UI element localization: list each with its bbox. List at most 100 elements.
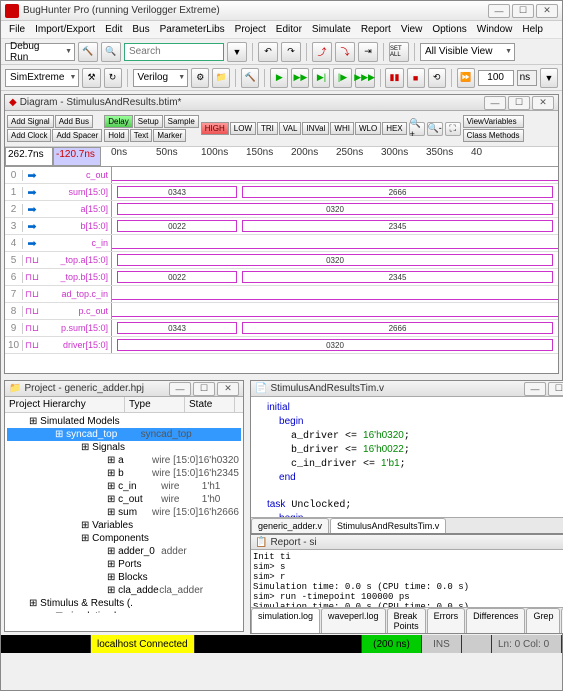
build-icon[interactable]: 🔨: [78, 42, 98, 62]
maximize-button[interactable]: ☐: [512, 4, 534, 18]
marker-button[interactable]: Marker: [153, 129, 186, 142]
waveform-row[interactable]: 3➡b[15:0]00222345: [5, 218, 558, 235]
goto-end-icon[interactable]: ⇥: [358, 42, 378, 62]
waveform-row[interactable]: 10⊓⊔driver[15:0]0320: [5, 337, 558, 354]
report-tab-waveperl[interactable]: waveperl.log: [321, 608, 386, 633]
tree-item[interactable]: ⊞ bwire [15:0]16'h2345: [7, 467, 241, 480]
tool-icon-2[interactable]: ↷: [281, 42, 301, 62]
add-bus-button[interactable]: Add Bus: [55, 115, 93, 128]
tree-item[interactable]: ⊞ c_outwire1'h0: [7, 493, 241, 506]
project-tree[interactable]: ⊞ Simulated Models⊞ syncad_topsyncad_top…: [5, 413, 243, 613]
radix-whi-button[interactable]: WHI: [330, 122, 354, 135]
project-close-button[interactable]: ✕: [217, 382, 239, 396]
zoom-out-icon[interactable]: 🔍-: [427, 122, 443, 136]
minimize-button[interactable]: —: [488, 4, 510, 18]
menu-options[interactable]: Options: [428, 22, 470, 37]
col-hierarchy[interactable]: Project Hierarchy: [5, 397, 125, 412]
project-max-button[interactable]: ☐: [193, 382, 215, 396]
timeline-ruler[interactable]: 262.7ns -120.7ns 0ns 50ns 100ns 150ns 20…: [5, 147, 558, 167]
diagram-max-button[interactable]: ☐: [508, 96, 530, 110]
setup-button[interactable]: Setup: [134, 115, 163, 128]
tree-item[interactable]: ⊞ simulation.log: [7, 610, 241, 613]
tree-item[interactable]: ⊞ Simulated Models: [7, 415, 241, 428]
add-signal-button[interactable]: Add Signal: [7, 115, 54, 128]
refresh-icon[interactable]: ↻: [104, 68, 122, 88]
time-unit-dropdown[interactable]: ns: [517, 70, 537, 86]
simulator-dropdown[interactable]: SimExtreme: [5, 69, 79, 87]
radix-hex-button[interactable]: HEX: [382, 122, 406, 135]
col-state[interactable]: State: [185, 397, 235, 412]
step-icon[interactable]: ▶▶: [291, 68, 309, 88]
radix-low-button[interactable]: LOW: [230, 122, 256, 135]
build-play-icon[interactable]: 🔨: [241, 68, 259, 88]
close-button[interactable]: ✕: [536, 4, 558, 18]
hold-button[interactable]: Hold: [104, 129, 128, 142]
tree-item[interactable]: ⊞ Stimulus & Results (...: [7, 597, 241, 610]
report-tab-differences[interactable]: Differences: [466, 608, 525, 633]
zoom-in-icon[interactable]: 🔍+: [409, 122, 425, 136]
tree-item[interactable]: ⊞ Components: [7, 532, 241, 545]
radix-inval-button[interactable]: INVal: [302, 122, 329, 135]
menu-window[interactable]: Window: [473, 22, 517, 37]
delay-button[interactable]: Delay: [104, 115, 132, 128]
menu-view[interactable]: View: [397, 22, 427, 37]
radix-tri-button[interactable]: TRI: [257, 122, 278, 135]
class-methods-button[interactable]: Class Methods: [463, 129, 524, 142]
tree-item[interactable]: ⊞ c_inwire1'h1: [7, 480, 241, 493]
time-dropdown-icon[interactable]: ▼: [540, 68, 558, 88]
editor-max-button[interactable]: ☐: [548, 382, 563, 396]
stop-icon[interactable]: ■: [407, 68, 425, 88]
config-icon[interactable]: ⚒: [82, 68, 100, 88]
diagram-close-button[interactable]: ✕: [532, 96, 554, 110]
code-editor[interactable]: initial begin a_driver <= 16'h0320; b_dr…: [251, 397, 563, 517]
time-value-input[interactable]: 100: [478, 70, 514, 86]
step-into-icon[interactable]: ▶|: [312, 68, 330, 88]
restart-icon[interactable]: ⟲: [428, 68, 446, 88]
search-input[interactable]: [124, 43, 224, 61]
menu-file[interactable]: File: [5, 22, 29, 37]
project-min-button[interactable]: —: [169, 382, 191, 396]
tool-icon-1[interactable]: ↶: [258, 42, 278, 62]
radix-high-button[interactable]: HIGH: [201, 122, 229, 135]
view-variables-button[interactable]: ViewVariables: [463, 115, 524, 128]
tree-item[interactable]: ⊞ Variables: [7, 519, 241, 532]
visible-view-dropdown[interactable]: All Visible View: [420, 43, 515, 61]
sample-button[interactable]: Sample: [164, 115, 199, 128]
report-tab-breakpoints[interactable]: Break Points: [387, 608, 426, 633]
language-dropdown[interactable]: Verilog: [133, 69, 189, 87]
add-clock-button[interactable]: Add Clock: [7, 129, 51, 142]
waveform-row[interactable]: 4➡c_in: [5, 235, 558, 252]
waveform-row[interactable]: 6⊓⊔_top.b[15:0]00222345: [5, 269, 558, 286]
radix-val-button[interactable]: VAL: [279, 122, 302, 135]
waveform-row[interactable]: 7⊓⊔ad_top.c_in: [5, 286, 558, 303]
report-output[interactable]: Init ti sim> s sim> r Simulation time: 0…: [251, 550, 563, 607]
radix-wlo-button[interactable]: WLO: [355, 122, 381, 135]
waveform-row[interactable]: 1➡sum[15:0]03432666: [5, 184, 558, 201]
tree-item[interactable]: ⊞ Blocks: [7, 571, 241, 584]
report-tab-grep[interactable]: Grep: [526, 608, 560, 633]
menu-parameterlibs[interactable]: ParameterLibs: [156, 22, 229, 37]
report-tab-errors[interactable]: Errors: [427, 608, 466, 633]
pause-icon[interactable]: ▮▮: [385, 68, 403, 88]
editor-tab-generic[interactable]: generic_adder.v: [251, 518, 329, 533]
signal-up-icon[interactable]: ⤴: [312, 42, 332, 62]
menu-simulate[interactable]: Simulate: [308, 22, 355, 37]
menu-import-export[interactable]: Import/Export: [31, 22, 99, 37]
run-icon[interactable]: ▶: [270, 68, 288, 88]
report-tab-simlog[interactable]: simulation.log: [251, 608, 320, 633]
col-type[interactable]: Type: [125, 397, 185, 412]
editor-min-button[interactable]: —: [524, 382, 546, 396]
tree-item[interactable]: ⊞ syncad_topsyncad_top: [7, 428, 241, 441]
waveform-row[interactable]: 8⊓⊔p.c_out: [5, 303, 558, 320]
tree-item[interactable]: ⊞ sumwire [15:0]16'h2666: [7, 506, 241, 519]
step-over-icon[interactable]: |▶: [333, 68, 351, 88]
compile-icon[interactable]: ⚙: [191, 68, 209, 88]
menu-project[interactable]: Project: [231, 22, 270, 37]
signal-down-icon[interactable]: ⤵: [335, 42, 355, 62]
add-spacer-button[interactable]: Add Spacer: [52, 129, 102, 142]
text-button[interactable]: Text: [130, 129, 153, 142]
menu-editor[interactable]: Editor: [272, 22, 306, 37]
tree-item[interactable]: ⊞ Signals: [7, 441, 241, 454]
search-dropdown-icon[interactable]: ▼: [227, 42, 247, 62]
menu-edit[interactable]: Edit: [101, 22, 126, 37]
